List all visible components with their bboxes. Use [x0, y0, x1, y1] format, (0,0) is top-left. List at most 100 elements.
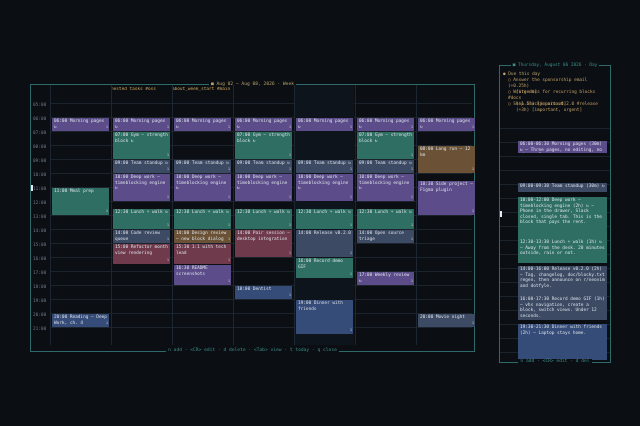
event-row-count: 1 [166, 223, 169, 228]
agenda-event[interactable]: 12:30-13:30 Lunch + walk (1h) ↻ — Away f… [518, 239, 607, 263]
event-block[interactable]: 06:00 Morning pages ↻ 1 [174, 118, 231, 131]
day-column[interactable]: 06:00 Morning pages ↻ 1 07:00 Gym — streng… [355, 85, 415, 345]
event-title: 18:00 Dentist [237, 287, 272, 292]
event-row-count: 1 [227, 223, 230, 228]
event-block[interactable]: 18:00 Dentist 1 [235, 286, 292, 299]
day-column[interactable]: 06:00 Morning pages ↻ 1 09:00 Team standup… [172, 85, 232, 345]
event-block[interactable]: 10:00 Deep work — timeblocking engine ↻ 1 [235, 174, 292, 201]
event-block[interactable]: 10:00 Deep work — timeblocking engine ↻ 1 [296, 174, 353, 201]
day-column[interactable]: 06:00 Morning pages ↻ 1 07:00 Gym — streng… [111, 85, 171, 345]
now-indicator [500, 211, 502, 217]
event-block[interactable]: 12:30 Lunch + walk ↻ 1 [357, 209, 414, 229]
event-block[interactable]: 19:00 Dinner with friends 1 [296, 300, 353, 334]
event-block[interactable]: 12:30 Lunch + walk ↻ 1 [235, 209, 292, 229]
event-block[interactable]: 06:00 Morning pages ↻ 1 [296, 118, 353, 131]
day-column[interactable]: 06:00 Morning pages ↻ 1 08:00 Long run — 1… [416, 85, 476, 345]
event-row-count: 1 [288, 167, 291, 172]
event-row-count: 1 [227, 125, 230, 130]
event-row-count: 1 [288, 223, 291, 228]
event-title: 12:30 Lunch + walk ↻ [298, 210, 351, 215]
event-block[interactable]: 14:00 Code review queue 1 [113, 230, 170, 243]
event-block[interactable]: 08:00 Long run — 12 km 1 [418, 146, 475, 173]
event-row-count: 1 [288, 195, 291, 200]
event-row-count: 1 [410, 237, 413, 242]
event-block[interactable]: 16:30 README screenshots 1 [174, 265, 231, 285]
keymap-hint: n add · <CR> edit · d delete · <Tab> vie… [166, 348, 339, 353]
event-block[interactable]: 17:00 Weekly review ↻ 1 [357, 272, 414, 285]
event-block[interactable]: 06:00 Morning pages ↻ 1 [52, 118, 109, 131]
event-block[interactable]: 09:00 Team standup ↻ 1 [235, 160, 292, 173]
agenda-event[interactable]: 06:00-06:30 Morning pages (30m) ↻ — Thre… [518, 141, 607, 153]
event-block[interactable]: 07:00 Gym — strength block ↻ 1 [235, 132, 292, 159]
due-section-title: ● Due this day [503, 72, 541, 77]
agenda-event[interactable]: 10:00-12:00 Deep work — timeblocking eng… [518, 197, 607, 239]
event-block[interactable]: 10:00 Deep work — timeblocking engine ↻ 1 [357, 174, 414, 201]
event-block[interactable]: 14:00 Open source triage 1 [357, 230, 414, 243]
event-block[interactable]: 20:00 Reading — Deep Work, ch. 41 [52, 314, 109, 327]
event-block[interactable]: 14:00 Design review — new block dialog 1 [174, 230, 231, 243]
event-block[interactable]: 09:00 Team standup ↻ 1 [113, 160, 170, 173]
event-title: 19:00 Dinner with friends [298, 301, 343, 312]
time-label: 16:00 [33, 257, 47, 262]
event-row-count: 1 [105, 125, 108, 130]
due-task[interactable]: ○ Ship blocky.nvim v0.2.0 #release (+3h) … [508, 102, 608, 114]
due-task-title: ○ Answer the sponsorship email (+0.25h) [508, 78, 588, 89]
event-block[interactable]: 15:00 Refactor month view rendering 1 [113, 244, 170, 264]
event-row-count: 1 [227, 237, 230, 242]
event-block[interactable]: 06:00 Morning pages ↻ 1 [113, 118, 170, 131]
event-block[interactable]: 06:00 Morning pages ↻ 1 [235, 118, 292, 131]
event-row-count: 1 [166, 258, 169, 263]
event-block[interactable]: 15:30 1:1 with tech lead 1 [174, 244, 231, 264]
event-block[interactable]: 11:00 Meal prep 1 [52, 188, 109, 215]
event-title: 20:00 Reading — Deep Work, ch. 4 [54, 315, 107, 326]
event-title: 10:00 Deep work — timeblocking engine ↻ [237, 175, 288, 192]
event-block[interactable]: 07:00 Gym — strength block ↻ 1 [113, 132, 170, 159]
event-row-count: 1 [227, 195, 230, 200]
event-row-count: 1 [410, 167, 413, 172]
event-title: 16:30 README screenshots [176, 266, 208, 277]
event-row-count: 1 [166, 237, 169, 242]
event-title: 14:00 Design review — new block dialog [176, 231, 227, 242]
event-block[interactable]: 09:00 Team standup ↻ 1 [296, 160, 353, 173]
time-label: 14:00 [33, 229, 47, 234]
event-block[interactable]: 12:30 Lunch + walk ↻ 1 [174, 209, 231, 229]
time-label: 19:00 [33, 299, 47, 304]
event-block[interactable]: 12:30 Lunch + walk ↻ 1 [296, 209, 353, 229]
event-block[interactable]: 12:30 Lunch + walk ↻ 1 [113, 209, 170, 229]
event-block[interactable]: 07:00 Gym — strength block ↻ 1 [357, 132, 414, 159]
event-block[interactable]: 06:00 Morning pages ↻ 1 [418, 118, 475, 131]
time-label: 05:00 [33, 103, 47, 108]
agenda-event[interactable]: 09:00-09:30 Team standup (30m) ↻ [518, 183, 607, 192]
event-title: 20:00 Movie night [420, 315, 465, 320]
day-column[interactable]: 06:00 Morning pages ↻ 1 07:00 Gym — streng… [233, 85, 293, 345]
event-title: 06:00 Morning pages ↻ [359, 119, 410, 130]
event-block[interactable]: 06:00 Morning pages ↻ 1 [357, 118, 414, 131]
time-label: 07:00 [33, 131, 47, 136]
event-title: 16:00 Record demo GIF [298, 259, 343, 270]
event-title: 07:00 Gym — strength block ↻ [237, 133, 290, 144]
hour-line [500, 156, 610, 157]
event-block[interactable]: 14:00 Pair session — desktop integration… [235, 230, 292, 257]
agenda-event[interactable]: 19:30-21:30 Dinner with friends (2h) — L… [518, 324, 607, 360]
event-title: 06:00 Morning pages ↻ [298, 119, 349, 130]
event-title: 09:00 Team standup ↻ [359, 161, 412, 166]
event-row-count: 1 [471, 209, 474, 214]
event-block[interactable]: 14:00 Release v0.2.0 1 [296, 230, 353, 257]
agenda-event[interactable]: 16:00-17:30 Record demo GIF (1h) — vhs n… [518, 296, 607, 320]
event-title: 14:00 Open source triage [359, 231, 404, 242]
event-title: 09:00 Team standup ↻ [115, 161, 168, 166]
day-column[interactable]: 06:00 Morning pages ↻ 1 09:00 Team standup… [294, 85, 354, 345]
event-title: 06:00 Morning pages ↻ [420, 119, 471, 130]
event-block[interactable]: 10:00 Deep work — timeblocking engine ↻ 1 [113, 174, 170, 201]
event-block[interactable]: 20:00 Movie night 1 [418, 314, 475, 327]
event-block[interactable]: 09:00 Team standup ↻ 1 [357, 160, 414, 173]
event-block[interactable]: 10:30 Side project — Figma plugin 1 [418, 181, 475, 215]
event-block[interactable]: 16:00 Record demo GIF 1 [296, 258, 353, 278]
event-title: 17:00 Weekly review ↻ [359, 273, 410, 284]
event-block[interactable]: 10:00 Deep work — timeblocking engine ↻ 1 [174, 174, 231, 201]
day-column[interactable]: 06:00 Morning pages ↻ 1 11:00 Meal prep 1 20… [50, 85, 110, 345]
event-block[interactable]: 09:00 Team standup ↻ 1 [174, 160, 231, 173]
agenda-event[interactable]: 14:00-16:00 Release v0.2.0 (2h) — Tag, c… [518, 266, 607, 296]
event-row-count: 1 [227, 258, 230, 263]
event-title: 06:00 Morning pages ↻ [115, 119, 166, 130]
